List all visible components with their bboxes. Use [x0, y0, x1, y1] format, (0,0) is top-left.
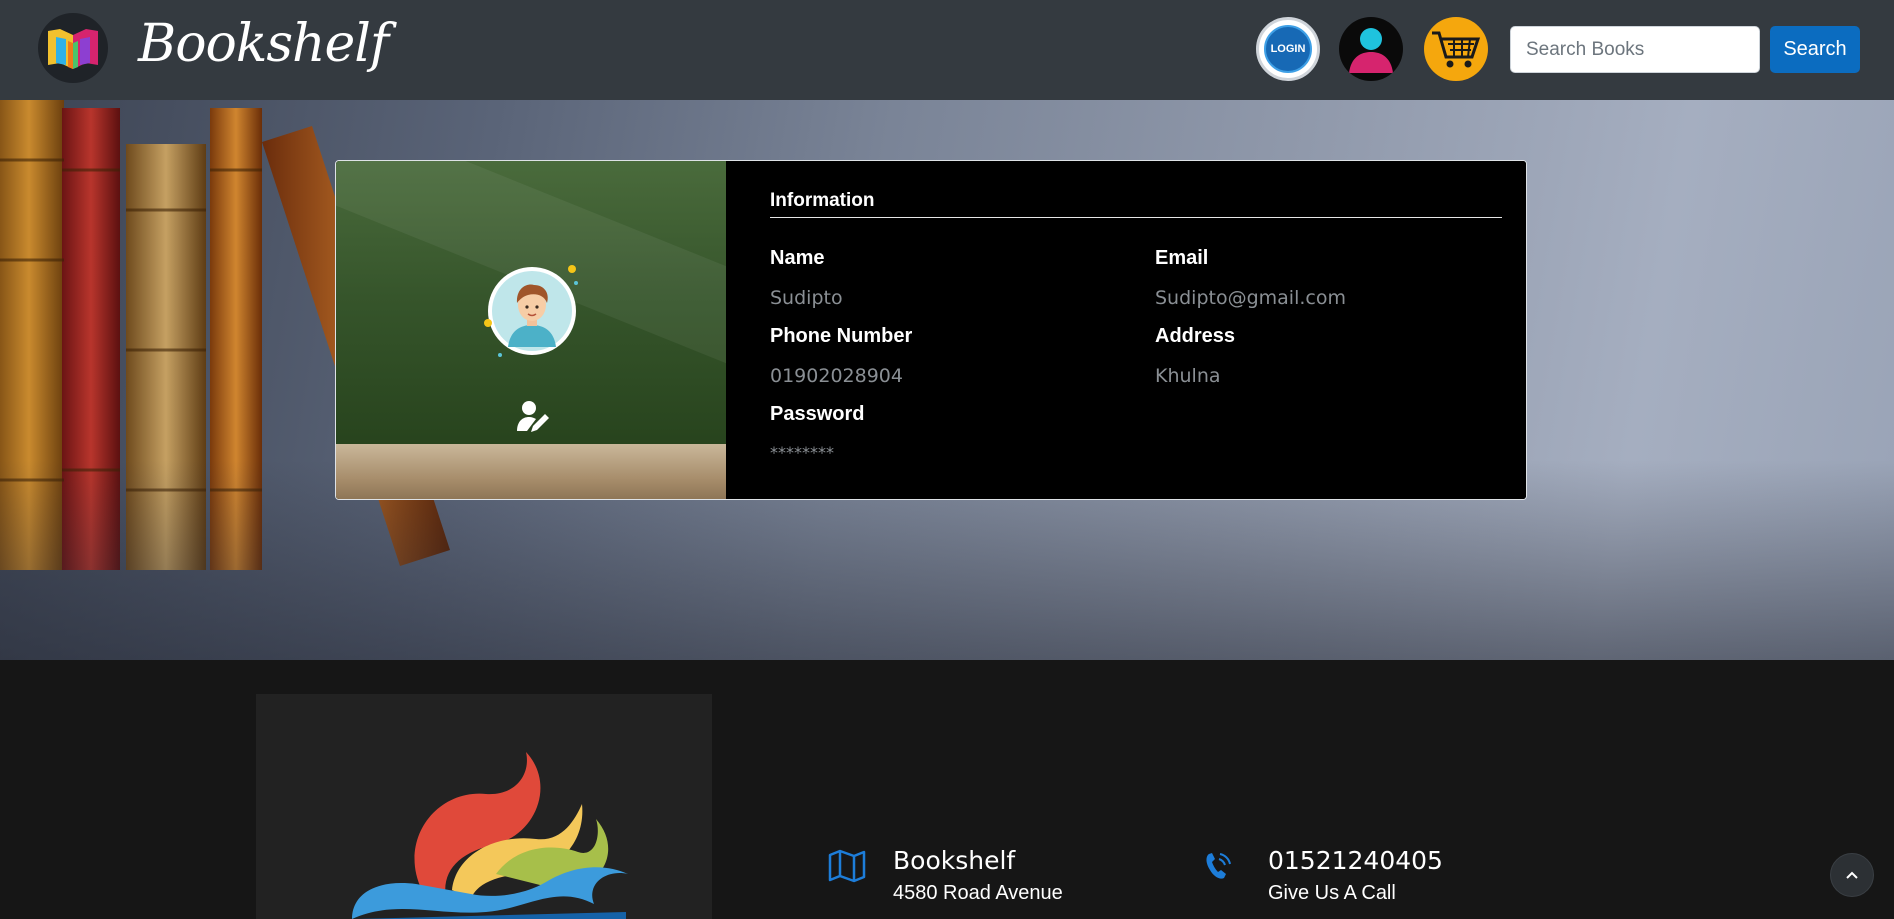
scroll-top-button[interactable] — [1830, 853, 1874, 897]
profile-info-panel: Information Name Sudipto Email Sudipto@g… — [726, 161, 1526, 499]
cart-icon — [1432, 31, 1481, 68]
user-avatar-icon — [484, 265, 578, 357]
footer-phone-title: 01521240405 — [1268, 846, 1443, 875]
footer-address-subtitle: 4580 Road Avenue — [893, 882, 1063, 904]
info-divider — [770, 217, 1502, 218]
phone-label: Phone Number — [770, 325, 913, 347]
footer: Bookshelf 4580 Road Avenue 01521240405 G… — [0, 660, 1894, 919]
phone-value: 01902028904 — [770, 365, 903, 387]
name-label: Name — [770, 247, 825, 269]
user-edit-icon[interactable] — [515, 399, 551, 435]
phone-icon[interactable] — [1204, 850, 1232, 882]
user-profile-button[interactable] — [1339, 17, 1403, 81]
chevron-up-icon — [1846, 871, 1858, 879]
info-title: Information — [770, 190, 875, 211]
cart-button[interactable] — [1424, 17, 1488, 81]
footer-logo-box — [256, 694, 712, 919]
profile-image-panel — [336, 161, 814, 499]
password-label: Password — [770, 403, 865, 425]
logo[interactable] — [38, 13, 108, 83]
profile-card: Information Name Sudipto Email Sudipto@g… — [335, 160, 1527, 500]
footer-phone-subtitle: Give Us A Call — [1268, 882, 1396, 904]
panel-floor — [336, 444, 726, 499]
book-logo-icon — [48, 29, 98, 69]
name-value: Sudipto — [770, 287, 843, 309]
brand-name[interactable]: Bookshelf — [138, 14, 389, 74]
footer-address-title: Bookshelf — [893, 846, 1016, 875]
email-value: Sudipto@gmail.com — [1155, 287, 1346, 309]
login-label: LOGIN — [1264, 25, 1312, 73]
login-button[interactable]: LOGIN — [1256, 17, 1320, 81]
email-label: Email — [1155, 247, 1209, 269]
address-label: Address — [1155, 325, 1236, 347]
map-icon — [828, 849, 866, 883]
user-icon — [1349, 28, 1393, 73]
navbar: Bookshelf LOGIN Search — [0, 0, 1894, 100]
footer-logo-icon — [352, 752, 628, 919]
password-value: ******** — [770, 443, 834, 462]
search-input[interactable] — [1510, 26, 1760, 73]
address-value: Khulna — [1155, 365, 1221, 387]
search-button[interactable]: Search — [1770, 26, 1860, 73]
